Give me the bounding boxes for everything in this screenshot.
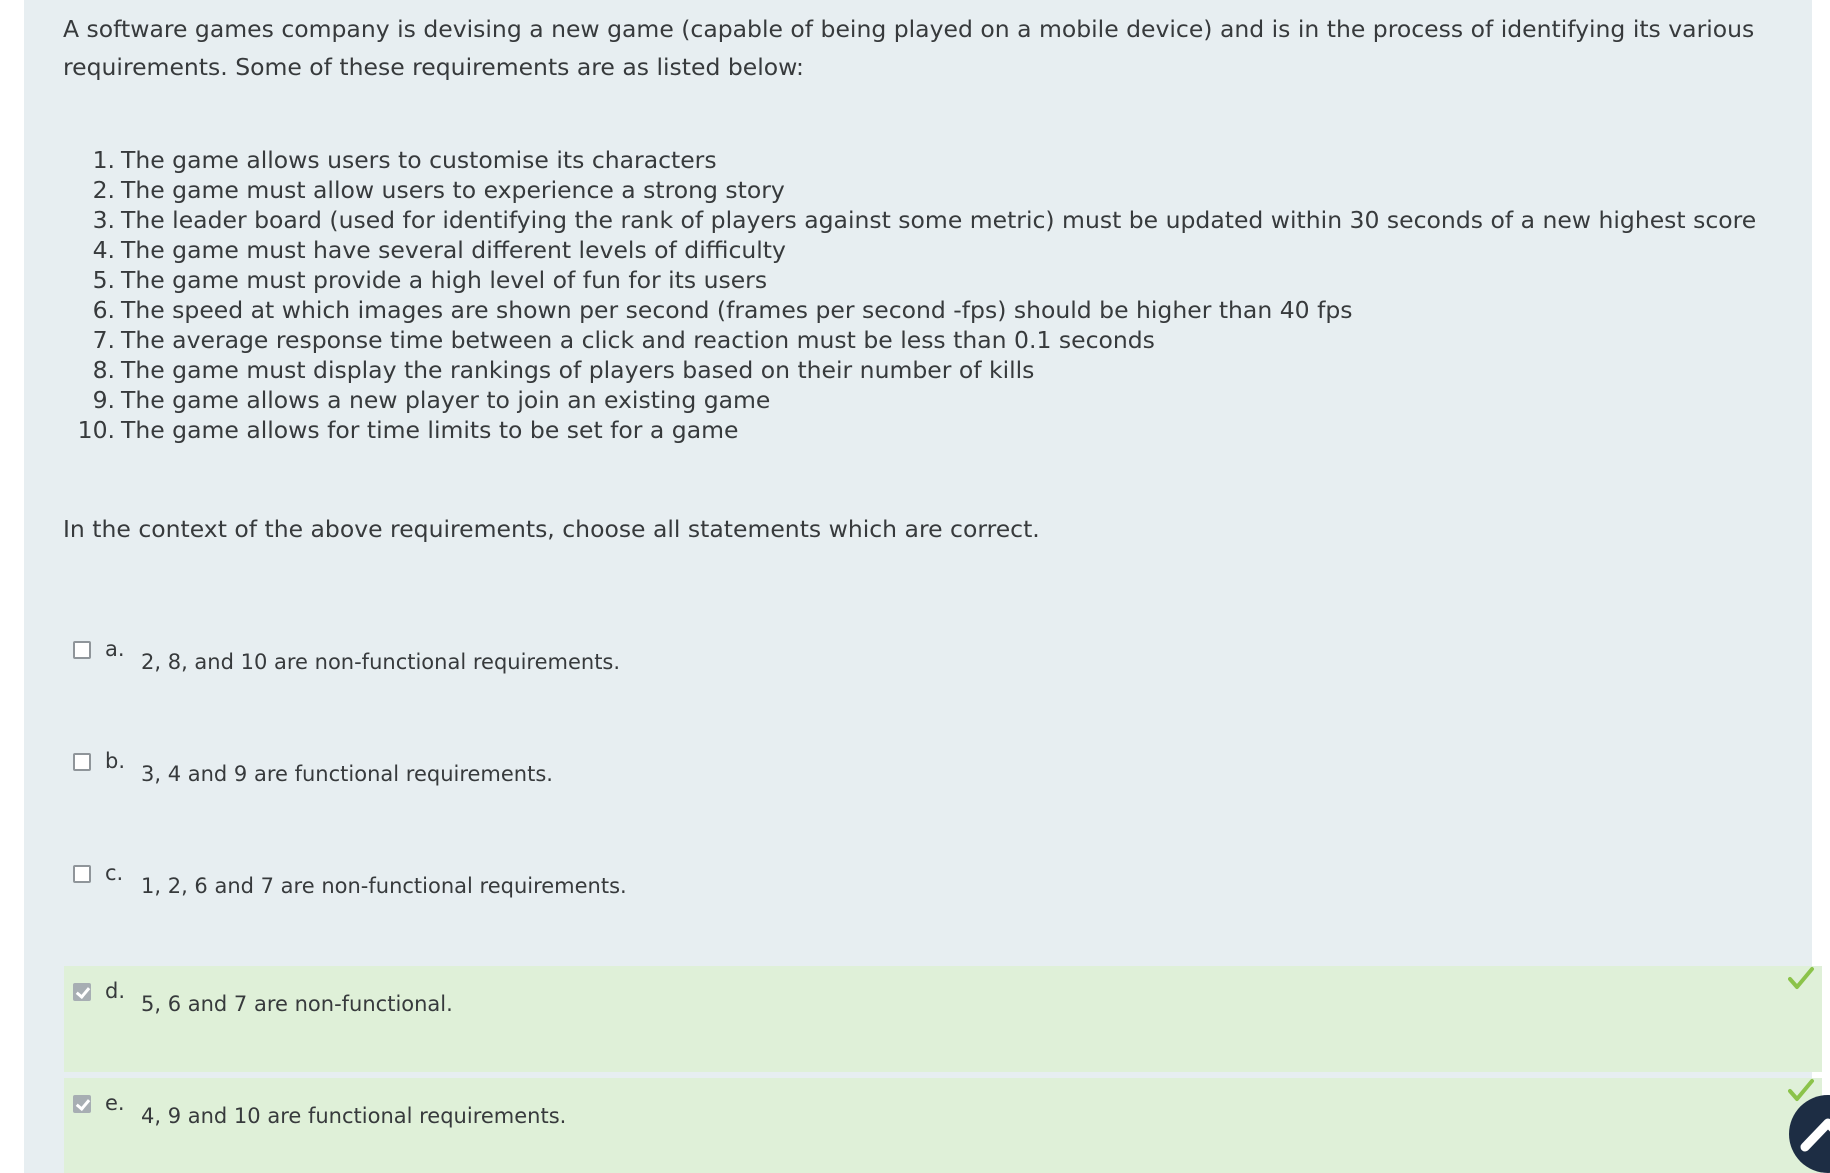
requirement-number: 6. (92, 296, 115, 324)
requirement-text: The leader board (used for identifying t… (121, 206, 1757, 234)
requirements-list: 1. The game allows users to customise its… (63, 145, 1757, 445)
option-letter: a. (105, 637, 125, 661)
option-text: 5, 6 and 7 are non-functional. (141, 992, 453, 1016)
option-text: 3, 4 and 9 are functional requirements. (141, 762, 553, 786)
requirement-item: 7. The average response time between a cl… (63, 325, 1756, 355)
question-instruction: In the context of the above requirements… (63, 515, 1040, 543)
requirement-text: The game allows users to customise its c… (121, 146, 717, 174)
answer-option-a[interactable]: a. 2, 8, and 10 are non-functional requi… (64, 624, 1822, 730)
option-text: 1, 2, 6 and 7 are non-functional require… (141, 874, 627, 898)
requirement-number: 4. (92, 236, 115, 264)
requirement-number: 7. (92, 326, 115, 354)
checkmark-icon (1788, 967, 1814, 989)
requirement-text: The game must display the rankings of pl… (121, 356, 1035, 384)
option-b-checkbox[interactable] (73, 753, 91, 771)
answer-option-b[interactable]: b. 3, 4 and 9 are functional requirement… (64, 736, 1822, 842)
requirement-item: 1. The game allows users to customise its… (63, 145, 1756, 175)
option-letter: b. (105, 749, 126, 773)
requirement-text: The game must have several different lev… (121, 236, 786, 264)
option-letter: e. (105, 1091, 125, 1115)
requirement-number: 2. (92, 176, 115, 204)
requirement-number: 9. (92, 386, 115, 414)
requirement-item: 4. The game must have several different l… (63, 235, 1756, 265)
requirement-item: 10. The game allows for time limits to be… (63, 415, 1756, 445)
requirement-item: 6. The speed at which images are shown pe… (63, 295, 1756, 325)
requirement-number: 10. (77, 416, 115, 444)
answer-option-d[interactable]: d. 5, 6 and 7 are non-functional. (64, 966, 1822, 1072)
option-letter: c. (105, 861, 124, 885)
requirement-item: 8. The game must display the rankings of … (63, 355, 1756, 385)
requirement-item: 9. The game allows a new player to join a… (63, 385, 1756, 415)
requirement-text: The game allows a new player to join an … (121, 386, 771, 414)
requirement-text: The game must allow users to experience … (121, 176, 785, 204)
option-text: 4, 9 and 10 are functional requirements. (141, 1104, 567, 1128)
option-a-checkbox[interactable] (73, 641, 91, 659)
requirement-text: The game allows for time limits to be se… (121, 416, 739, 444)
requirement-text: The speed at which images are shown per … (121, 296, 1353, 324)
question-panel: A software games company is devising a n… (24, 0, 1822, 1173)
requirement-item: 5. The game must provide a high level of … (63, 265, 1756, 295)
requirement-text: The game must provide a high level of fu… (121, 266, 768, 294)
option-text: 2, 8, and 10 are non-functional requirem… (141, 650, 621, 674)
question-intro: A software games company is devising a n… (63, 15, 1755, 81)
answer-option-c[interactable]: c. 1, 2, 6 and 7 are non-functional requ… (64, 848, 1822, 954)
requirement-number: 3. (92, 206, 115, 234)
requirement-text: The average response time between a clic… (121, 326, 1155, 354)
requirement-number: 8. (92, 356, 115, 384)
requirement-number: 5. (92, 266, 115, 294)
answer-option-e[interactable]: e. 4, 9 and 10 are functional requiremen… (64, 1078, 1822, 1173)
requirement-item: 2. The game must allow users to experienc… (63, 175, 1756, 205)
option-letter: d. (105, 979, 126, 1003)
option-e-checkbox[interactable] (73, 1095, 91, 1113)
requirement-item: 3. The leader board (used for identifying… (63, 205, 1757, 235)
option-c-checkbox[interactable] (73, 865, 91, 883)
requirement-number: 1. (92, 146, 115, 174)
chevron-up-icon (1800, 1118, 1830, 1152)
option-d-checkbox[interactable] (73, 983, 91, 1001)
